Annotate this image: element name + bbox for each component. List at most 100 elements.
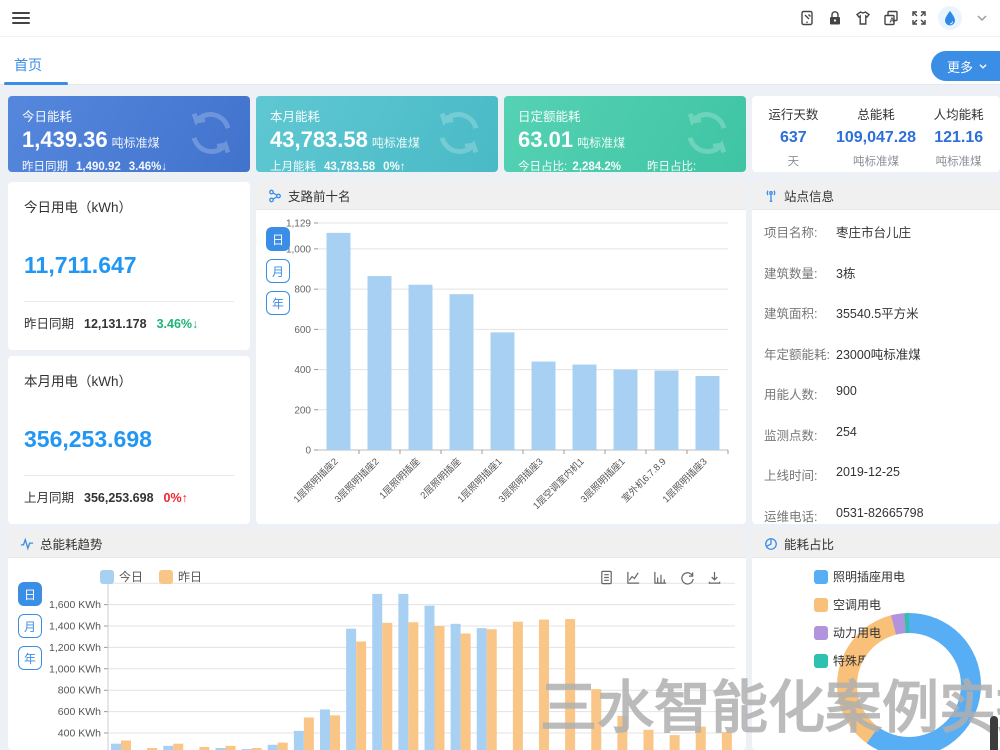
svg-text:600: 600 xyxy=(294,325,311,336)
legend-item-照明插座用电[interactable]: 照明插座用电 xyxy=(814,568,905,585)
site-row-value: 枣庄市台儿庄 xyxy=(836,222,911,241)
svg-text:1,000 KWh: 1,000 KWh xyxy=(49,663,101,675)
branch-period-button-月[interactable]: 月 xyxy=(266,259,290,283)
site-info-row: 用能人数:900 xyxy=(764,384,990,403)
refresh-cycle-icon xyxy=(430,104,488,162)
site-row-value: 3栋 xyxy=(836,263,855,282)
donut-hole xyxy=(857,633,961,737)
chart-toolbar xyxy=(599,570,722,585)
site-row-label: 建筑数量: xyxy=(764,263,836,282)
today-electricity-card: 今日用电（kWh） 11,711.647 昨日同期12,131.1783.46%… xyxy=(8,182,250,350)
site-info-row: 上线时间:2019-12-25 xyxy=(764,465,990,484)
legend-label: 空调用电 xyxy=(833,596,881,613)
legend-item-空调用电[interactable]: 空调用电 xyxy=(814,596,905,613)
top-bar: A xyxy=(0,0,1000,36)
kpi-unit: 吨标准煤 xyxy=(577,136,625,150)
avatar-dropdown-icon[interactable] xyxy=(973,10,990,27)
legend-label: 今日 xyxy=(119,568,143,585)
legend-label: 昨日 xyxy=(178,568,202,585)
card-sub-row: 昨日同期12,131.1783.46%↓ xyxy=(24,313,198,332)
trend-period-buttons: 日月年 xyxy=(18,582,42,670)
site-row-label: 项目名称: xyxy=(764,222,836,241)
panel-header: 支路前十名 xyxy=(256,182,746,210)
site-row-value: 900 xyxy=(836,384,857,403)
tab-home[interactable]: 首页 xyxy=(14,55,42,75)
kpi-card-month-energy: 本月能耗 43,783.58吨标准煤 上月能耗43,783.580%↑ xyxy=(256,96,498,172)
panel-title: 能耗占比 xyxy=(784,534,834,553)
trend-period-button-月[interactable]: 月 xyxy=(18,614,42,638)
repair-icon[interactable] xyxy=(798,10,815,27)
site-info-row: 建筑面积:35540.5平方米 xyxy=(764,303,990,322)
svg-text:400 KWh: 400 KWh xyxy=(58,728,101,740)
site-row-label: 监测点数: xyxy=(764,425,836,444)
site-row-value: 0531-82665798 xyxy=(836,506,924,525)
svg-text:800 KWh: 800 KWh xyxy=(58,685,101,697)
download-icon[interactable] xyxy=(707,570,722,585)
refresh-icon[interactable] xyxy=(680,570,695,585)
panel-header: 能耗占比 xyxy=(752,530,1000,558)
svg-text:0: 0 xyxy=(305,446,311,457)
kpi-card-today-energy: 今日能耗 1,439.36吨标准煤 昨日同期1,490.923.46%↓ xyxy=(8,96,250,172)
branch-period-button-日[interactable]: 日 xyxy=(266,227,290,251)
water-drop-icon xyxy=(943,10,957,26)
card-title: 本月用电（kWh） xyxy=(24,370,234,390)
branch-icon xyxy=(268,189,282,203)
tab-active-indicator xyxy=(4,82,68,85)
legend-swatch xyxy=(159,570,173,584)
data-view-icon[interactable] xyxy=(599,570,614,585)
site-row-value: 2019-12-25 xyxy=(836,465,900,484)
branch-top10-chart: 02004006008001,0001,1291层照明插座23层照明插座21层照… xyxy=(256,182,746,524)
stat-total-energy: 总能耗 109,047.28 吨标准煤 xyxy=(835,96,918,172)
tab-bar: 首页 更多 xyxy=(0,36,1000,85)
dashboard-page: A 首页 更多 今日能耗 1,439.36吨标准煤 昨日同期1,490.923.… xyxy=(0,0,1000,750)
svg-text:A: A xyxy=(889,18,894,25)
panel-title: 站点信息 xyxy=(784,186,834,205)
scrollbar-thumb[interactable] xyxy=(990,716,998,750)
legend-label: 动力用电 xyxy=(833,624,881,641)
kpi-unit: 吨标准煤 xyxy=(372,136,420,150)
card-title: 今日用电（kWh） xyxy=(24,196,234,216)
svg-text:1层照明插座: 1层照明插座 xyxy=(377,455,423,501)
legend-label: 照明插座用电 xyxy=(833,568,905,585)
site-info-row: 监测点数:254 xyxy=(764,425,990,444)
pct-change: 0%↑ xyxy=(164,491,188,505)
site-row-label: 用能人数: xyxy=(764,384,836,403)
site-row-value: 254 xyxy=(836,425,857,444)
pulse-icon xyxy=(20,537,34,551)
panel-title: 支路前十名 xyxy=(288,186,351,205)
svg-text:1,600 KWh: 1,600 KWh xyxy=(49,599,101,611)
energy-trend-chart: 400 KWh600 KWh800 KWh1,000 KWh1,200 KWh1… xyxy=(8,530,746,750)
menu-toggle-icon[interactable] xyxy=(12,9,30,25)
lock-icon[interactable] xyxy=(826,10,843,27)
energy-share-panel: 能耗占比 照明插座用电空调用电动力用电特殊用电 xyxy=(752,530,1000,750)
legend-swatch xyxy=(814,570,828,584)
site-row-value: 23000吨标准煤 xyxy=(836,344,921,363)
translate-icon[interactable]: A xyxy=(882,10,899,27)
more-tabs-button[interactable]: 更多 xyxy=(931,51,1000,81)
divider xyxy=(24,475,234,476)
site-info-panel: 站点信息 项目名称:枣庄市台儿庄建筑数量:3栋建筑面积:35540.5平方米年定… xyxy=(752,182,1000,524)
trend-legend: 今日 昨日 xyxy=(100,568,202,585)
trend-period-button-日[interactable]: 日 xyxy=(18,582,42,606)
legend-item-昨日[interactable]: 昨日 xyxy=(159,568,202,585)
refresh-cycle-icon xyxy=(678,104,736,162)
card-value: 356,253.698 xyxy=(24,426,234,453)
bar-chart-icon[interactable] xyxy=(653,570,668,585)
fullscreen-icon[interactable] xyxy=(910,10,927,27)
user-avatar[interactable] xyxy=(938,6,962,30)
trend-period-button-年[interactable]: 年 xyxy=(18,646,42,670)
stat-per-capita-energy: 人均能耗 121.16 吨标准煤 xyxy=(917,96,1000,172)
antenna-icon xyxy=(764,189,778,203)
panel-header: 总能耗趋势 xyxy=(8,530,746,558)
top-icon-group: A xyxy=(798,0,990,36)
legend-item-今日[interactable]: 今日 xyxy=(100,568,143,585)
divider xyxy=(24,301,234,302)
line-chart-icon[interactable] xyxy=(626,570,641,585)
summary-stats-panel: 运行天数 637 天 总能耗 109,047.28 吨标准煤 人均能耗 121.… xyxy=(752,96,1000,172)
branch-top10-panel: 02004006008001,0001,1291层照明插座23层照明插座21层照… xyxy=(256,182,746,524)
theme-icon[interactable] xyxy=(854,10,871,27)
branch-period-button-年[interactable]: 年 xyxy=(266,291,290,315)
legend-swatch xyxy=(100,570,114,584)
svg-text:400: 400 xyxy=(294,365,311,376)
site-info-row: 年定额能耗:23000吨标准煤 xyxy=(764,344,990,363)
